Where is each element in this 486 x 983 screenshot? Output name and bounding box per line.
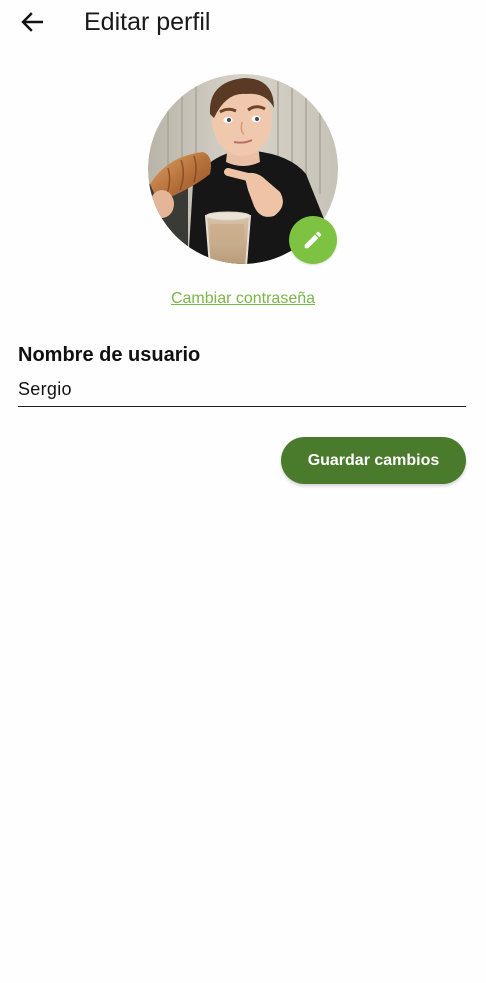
username-label: Nombre de usuario [18, 344, 201, 366]
arrow-back-icon [21, 12, 43, 32]
edit-profile-screen: Editar perfil Cambiar contraseña Nombre … [0, 0, 486, 983]
pencil-icon [304, 231, 322, 249]
save-changes-button[interactable]: Guardar cambios [281, 437, 466, 484]
username-input[interactable] [18, 372, 466, 407]
avatar-container [148, 74, 338, 264]
change-password-link[interactable]: Cambiar contraseña [0, 289, 486, 309]
page-title: Editar perfil [84, 8, 211, 36]
edit-photo-button[interactable] [289, 216, 337, 264]
back-button[interactable] [14, 6, 50, 38]
top-app-bar: Editar perfil [0, 0, 486, 44]
